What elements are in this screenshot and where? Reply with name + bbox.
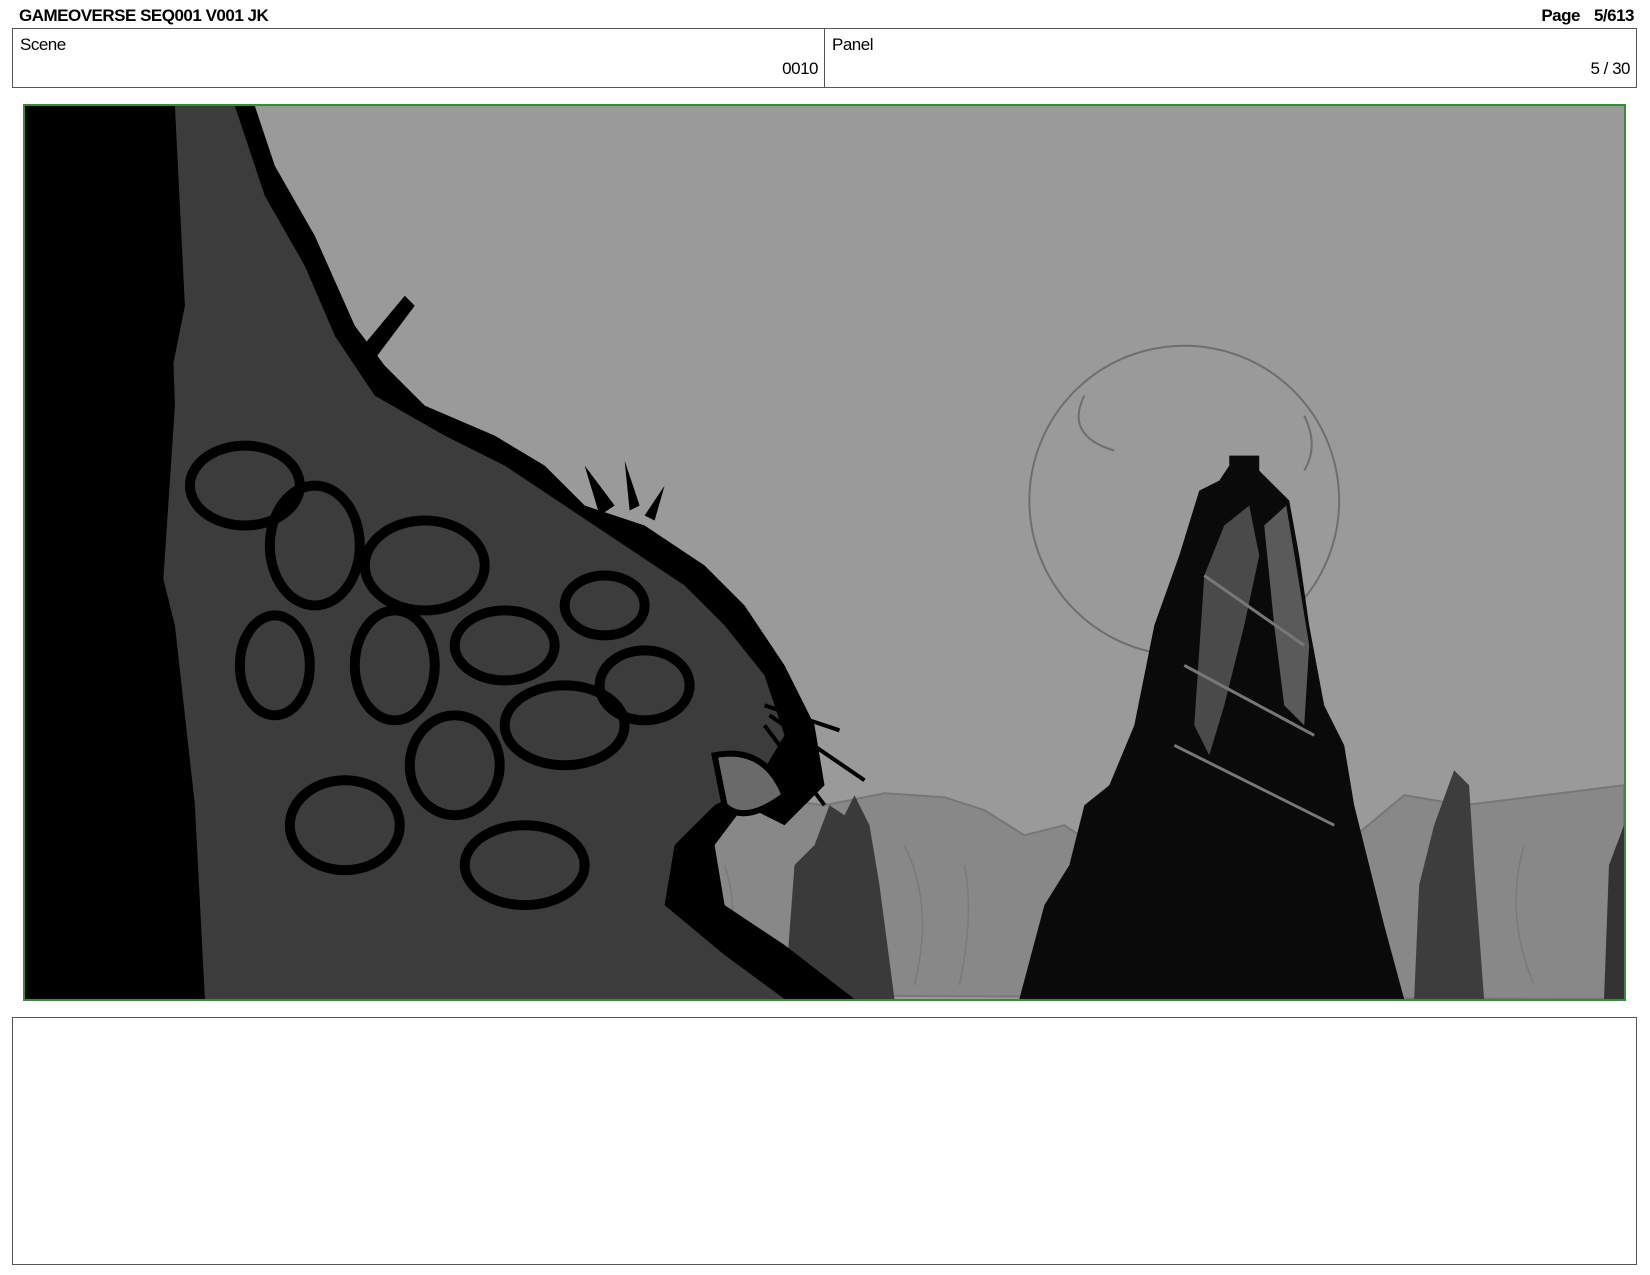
panel-value: 5 / 30 <box>1590 59 1630 78</box>
scene-cell: Scene 0010 <box>13 29 825 87</box>
scene-value: 0010 <box>782 59 818 78</box>
scene-label: Scene <box>20 35 66 54</box>
notes-box[interactable] <box>12 1017 1637 1265</box>
panel-label: Panel <box>832 35 873 54</box>
page-number: Page 5/613 <box>1541 6 1634 26</box>
page-label: Page <box>1541 6 1580 25</box>
left-cliff <box>25 106 175 999</box>
panel-cell: Panel 5 / 30 <box>825 29 1636 87</box>
storyboard-sketch <box>25 106 1624 999</box>
storyboard-frame <box>23 104 1626 1001</box>
page-value: 5/613 <box>1593 6 1635 25</box>
scene-panel-info: Scene 0010 Panel 5 / 30 <box>12 28 1637 88</box>
document-title: GAMEOVERSE SEQ001 V001 JK <box>19 6 269 25</box>
